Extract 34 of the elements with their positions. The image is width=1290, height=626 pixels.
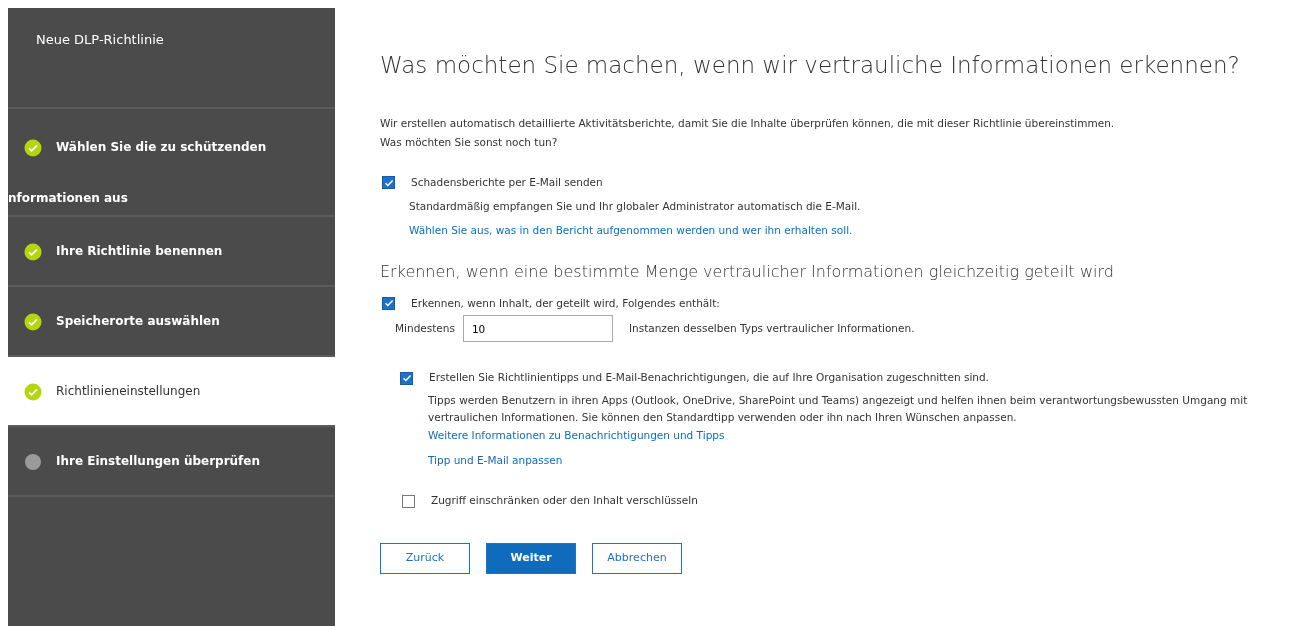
checkbox-label: Erkennen, wenn Inhalt, der geteilt wird, Folgendes enthält: xyxy=(411,295,720,311)
cancel-button[interactable]: Abbrechen xyxy=(592,543,682,575)
report-settings-link[interactable]: Wählen Sie aus, was in den Bericht aufgenommen werden und wer ihn erhalten soll. xyxy=(409,222,853,239)
wizard-step[interactable]: Wählen Sie die zu schützenden xyxy=(8,109,335,185)
wizard-step[interactable]: Ihre Einstellungen überprüfen xyxy=(8,427,335,497)
step-label: Ihre Richtlinie benennen xyxy=(56,243,223,260)
page-heading: Was möchten Sie machen, wenn wir vertrauliche Informationen erkennen? xyxy=(380,52,1241,80)
more-info-link[interactable]: Weitere Informationen zu Benachrichtigungen und Tipps xyxy=(428,428,725,441)
checkbox-label: Zugriff einschränken oder den Inhalt verschlüsseln xyxy=(431,493,698,509)
next-button[interactable]: Weiter xyxy=(486,543,576,575)
back-button[interactable]: Zurück xyxy=(380,543,470,575)
sidebar-title: Neue DLP-Richtlinie xyxy=(8,8,335,109)
step-label: Ihre Einstellungen überprüfen xyxy=(56,453,261,470)
wizard-step[interactable]: Richtlinieneinstellungen xyxy=(8,357,335,427)
step-label: Wählen Sie die zu schützenden xyxy=(56,139,267,156)
number-field[interactable]: 10 xyxy=(462,315,613,343)
tips-text: Tipps werden Benutzern in ihren Apps (Outlook, OneDrive, SharePoint und Teams) angezeigt und helfen ihnen beim verantwortungsbewussten Umgang mit vertraulichen Informationen. Sie können den Standardtipp verwenden oder ihn nach Ihren Wünschen anpassen. Weitere Informationen zu Benachrichtigungen und Tipps xyxy=(428,393,1249,443)
intro-text: Was möchten Sie sonst noch tun? xyxy=(380,135,559,151)
checkbox[interactable] xyxy=(382,176,395,190)
checkbox-label: Schadensberichte per E-Mail senden xyxy=(411,175,603,191)
checkbox[interactable] xyxy=(402,494,415,508)
checkbox[interactable] xyxy=(382,296,395,310)
min-suffix: Instanzen desselben Typs vertraulicher Informationen. xyxy=(628,320,915,336)
wizard-step[interactable]: Ihre Richtlinie benennen xyxy=(8,217,335,287)
help-text: Standardmäßig empfangen Sie und Ihr globaler Administrator automatisch die E-Mail. xyxy=(409,198,862,214)
checkbox[interactable] xyxy=(400,371,413,385)
step-label: Richtlinieneinstellungen xyxy=(56,383,201,400)
intro-text: Wir erstellen automatisch detaillierte Aktivitätsberichte, damit Sie die Inhalte überprüfen können, die mit dieser Richtlinie übereinstimmen. xyxy=(380,115,1116,131)
step-label: Speicherorte auswählen xyxy=(56,313,220,330)
min-label: Mindestens xyxy=(395,320,455,336)
step-label: nformationen aus xyxy=(8,190,128,207)
customize-link[interactable]: Tipp und E-Mail anpassen xyxy=(428,453,563,466)
checkbox-label: Erstellen Sie Richtlinientipps und E-Mail-Benachrichtigungen, die auf Ihre Organisation zugeschnitten sind. xyxy=(429,370,989,386)
section-heading: Erkennen, wenn eine bestimmte Menge vertraulicher Informationen gleichzeitig geteilt wird xyxy=(380,262,1115,282)
